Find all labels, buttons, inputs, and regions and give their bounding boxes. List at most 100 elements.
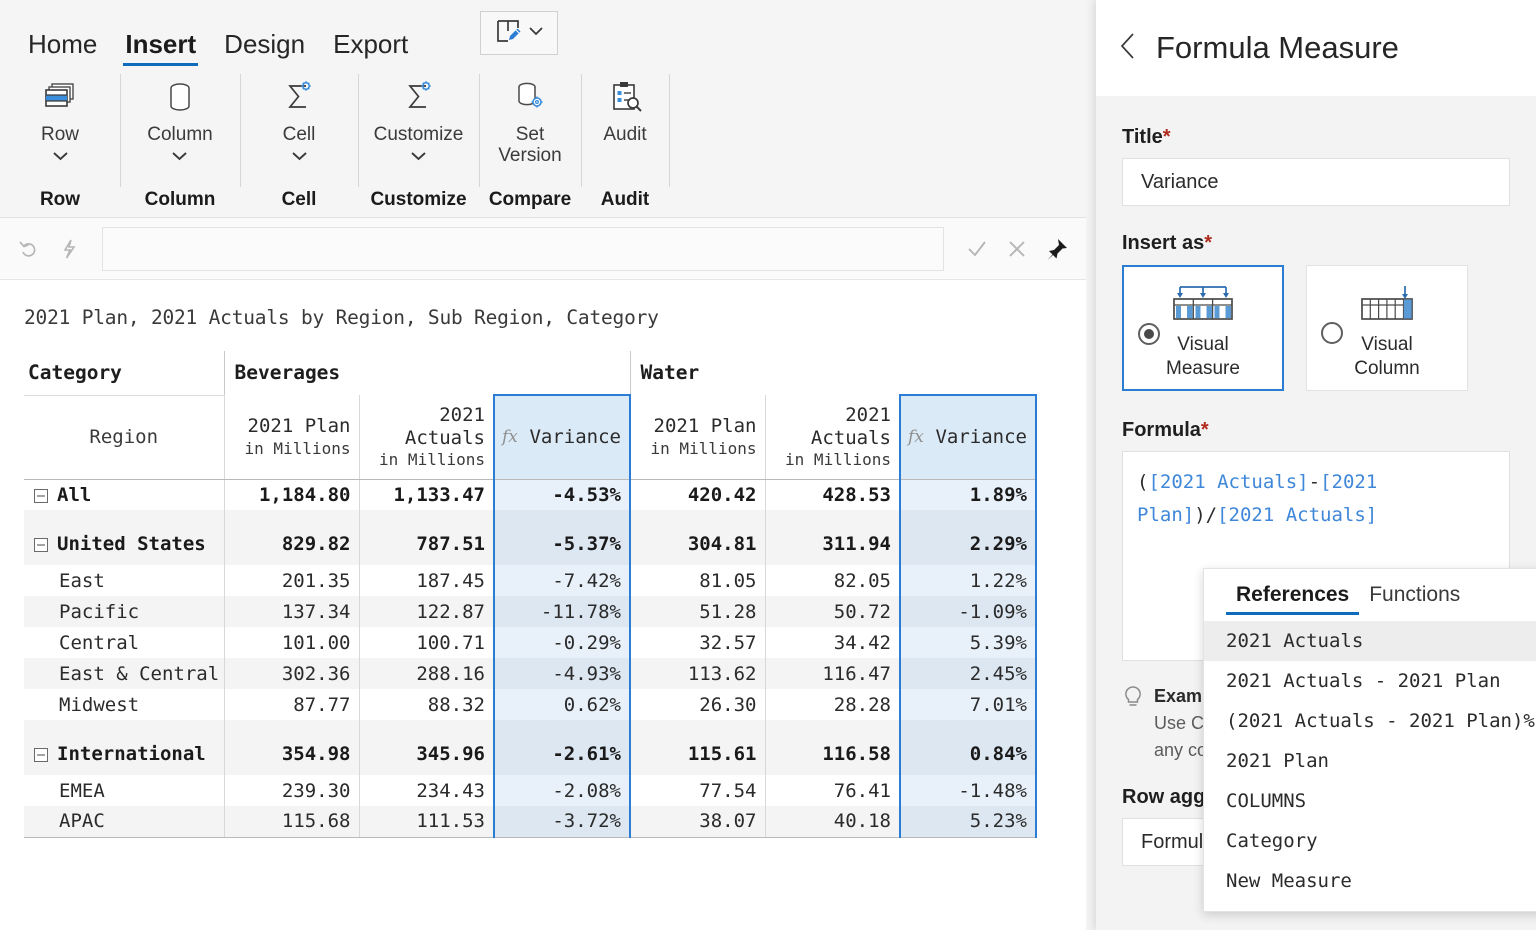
chevron-down-icon[interactable] <box>410 149 427 164</box>
dropdown-item[interactable]: 2021 Actuals - 2021 Plan <box>1204 661 1536 701</box>
customize-button[interactable]: Customize <box>374 66 463 189</box>
table-row[interactable]: United States 829.82 787.51 -5.37% 304.81 311… <box>24 523 1037 565</box>
dropdown-item[interactable]: New Measure <box>1204 861 1536 901</box>
value-cell[interactable]: 101.00 <box>223 627 359 658</box>
title-input[interactable]: Variance <box>1122 158 1510 206</box>
collapse-expander-icon[interactable] <box>34 538 48 552</box>
variance-cell[interactable]: -1.09% <box>899 596 1037 627</box>
value-cell[interactable]: 88.32 <box>358 689 494 720</box>
value-cell[interactable]: 38.07 <box>629 806 765 838</box>
table-row[interactable]: Pacific 137.34 122.87 -11.78% 51.28 50.72 -1.0… <box>24 596 1037 627</box>
table-row[interactable]: APAC 115.68 111.53 -3.72% 38.07 40.18 5.23% <box>24 806 1037 838</box>
value-cell[interactable]: 100.71 <box>358 627 494 658</box>
value-cell[interactable]: 428.53 <box>764 479 900 510</box>
variance-cell[interactable]: 0.84% <box>899 733 1037 775</box>
variance-cell[interactable]: 2.29% <box>899 523 1037 565</box>
chevron-down-icon[interactable] <box>52 149 69 164</box>
value-cell[interactable]: 311.94 <box>764 523 900 565</box>
table-row[interactable]: Central 101.00 100.71 -0.29% 32.57 34.42 5.39% <box>24 627 1037 658</box>
value-cell[interactable]: 122.87 <box>358 596 494 627</box>
variance-cell[interactable]: -1.48% <box>899 775 1037 806</box>
value-cell[interactable]: 40.18 <box>764 806 900 838</box>
value-cell[interactable]: 51.28 <box>629 596 765 627</box>
chevron-down-icon[interactable] <box>291 149 308 164</box>
value-cell[interactable]: 239.30 <box>223 775 359 806</box>
value-cell[interactable]: 288.16 <box>358 658 494 689</box>
cancel-x-icon[interactable] <box>1004 236 1030 262</box>
value-cell[interactable]: 1,133.47 <box>358 479 494 510</box>
value-cell[interactable]: 115.68 <box>223 806 359 838</box>
set-version-button[interactable]: Set Version <box>485 66 575 189</box>
page-edit-mode-button[interactable] <box>480 11 558 55</box>
variance-cell[interactable]: 0.62% <box>493 689 631 720</box>
confirm-check-icon[interactable] <box>964 236 990 262</box>
option-visual-measure[interactable]: Visual Measure <box>1122 265 1284 391</box>
table-row[interactable]: EMEA 239.30 234.43 -2.08% 77.54 76.41 -1.48% <box>24 775 1037 806</box>
variance-cell[interactable]: -7.42% <box>493 565 631 596</box>
variance-cell[interactable]: 1.89% <box>899 479 1037 510</box>
value-cell[interactable]: 115.61 <box>629 733 765 775</box>
dropdown-item[interactable]: Category <box>1204 821 1536 861</box>
chevron-down-icon[interactable] <box>171 149 188 164</box>
value-cell[interactable]: 137.34 <box>223 596 359 627</box>
tab-references[interactable]: References <box>1226 583 1360 615</box>
value-cell[interactable]: 50.72 <box>764 596 900 627</box>
value-cell[interactable]: 420.42 <box>629 479 765 510</box>
undo-icon[interactable] <box>16 236 42 262</box>
audit-button[interactable]: Audit <box>603 66 647 189</box>
value-cell[interactable]: 345.96 <box>358 733 494 775</box>
value-cell[interactable]: 201.35 <box>223 565 359 596</box>
tab-insert[interactable]: Insert <box>111 31 210 66</box>
tab-functions[interactable]: Functions <box>1359 583 1470 615</box>
radio-visual-column[interactable] <box>1321 322 1343 344</box>
value-cell[interactable]: 116.58 <box>764 733 900 775</box>
column-header-beverages-variance[interactable]: fx Variance <box>493 394 631 480</box>
variance-cell[interactable]: 5.23% <box>899 806 1037 838</box>
value-cell[interactable]: 304.81 <box>629 523 765 565</box>
value-cell[interactable]: 354.98 <box>223 733 359 775</box>
radio-visual-measure[interactable] <box>1138 323 1160 345</box>
tab-export[interactable]: Export <box>319 31 422 66</box>
value-cell[interactable]: 77.54 <box>629 775 765 806</box>
variance-cell[interactable]: -0.29% <box>493 627 631 658</box>
value-cell[interactable]: 87.77 <box>223 689 359 720</box>
dropdown-item[interactable]: 2021 Plan <box>1204 741 1536 781</box>
collapse-expander-icon[interactable] <box>34 748 48 762</box>
dropdown-item[interactable]: COLUMNS <box>1204 781 1536 821</box>
table-row[interactable]: International 354.98 345.96 -2.61% 115.61 116… <box>24 733 1037 775</box>
variance-cell[interactable]: -11.78% <box>493 596 631 627</box>
variance-cell[interactable]: 7.01% <box>899 689 1037 720</box>
dropdown-item[interactable]: (2021 Actuals - 2021 Plan)% <box>1204 701 1536 741</box>
variance-cell[interactable]: -4.53% <box>493 479 631 510</box>
formula-bar-input[interactable] <box>102 226 944 271</box>
value-cell[interactable]: 787.51 <box>358 523 494 565</box>
value-cell[interactable]: 81.05 <box>629 565 765 596</box>
chevron-down-icon[interactable] <box>528 24 544 42</box>
chevron-left-icon[interactable] <box>1118 31 1138 66</box>
value-cell[interactable]: 234.43 <box>358 775 494 806</box>
collapse-expander-icon[interactable] <box>34 488 48 503</box>
variance-cell[interactable]: 5.39% <box>899 627 1037 658</box>
value-cell[interactable]: 76.41 <box>764 775 900 806</box>
dropdown-item[interactable]: 2021 Actuals <box>1204 621 1536 661</box>
lightning-icon[interactable] <box>56 236 82 262</box>
variance-cell[interactable]: -2.08% <box>493 775 631 806</box>
tab-home[interactable]: Home <box>14 31 111 66</box>
value-cell[interactable]: 1,184.80 <box>223 479 359 510</box>
variance-cell[interactable]: -5.37% <box>493 523 631 565</box>
value-cell[interactable]: 187.45 <box>358 565 494 596</box>
variance-cell[interactable]: 1.22% <box>899 565 1037 596</box>
value-cell[interactable]: 302.36 <box>223 658 359 689</box>
column-header-water-variance[interactable]: fx Variance <box>899 394 1037 480</box>
value-cell[interactable]: 32.57 <box>629 627 765 658</box>
variance-cell[interactable]: 2.45% <box>899 658 1037 689</box>
value-cell[interactable]: 829.82 <box>223 523 359 565</box>
tab-design[interactable]: Design <box>210 31 319 66</box>
table-row[interactable]: All 1,184.80 1,133.47 -4.53% 420.42 428.53 1.8… <box>24 479 1037 510</box>
variance-cell[interactable]: -3.72% <box>493 806 631 838</box>
value-cell[interactable]: 28.28 <box>764 689 900 720</box>
insert-column-button[interactable]: Column <box>147 66 213 189</box>
table-row[interactable]: East 201.35 187.45 -7.42% 81.05 82.05 1.22% <box>24 565 1037 596</box>
insert-cell-button[interactable]: Cell <box>279 66 319 189</box>
value-cell[interactable]: 34.42 <box>764 627 900 658</box>
